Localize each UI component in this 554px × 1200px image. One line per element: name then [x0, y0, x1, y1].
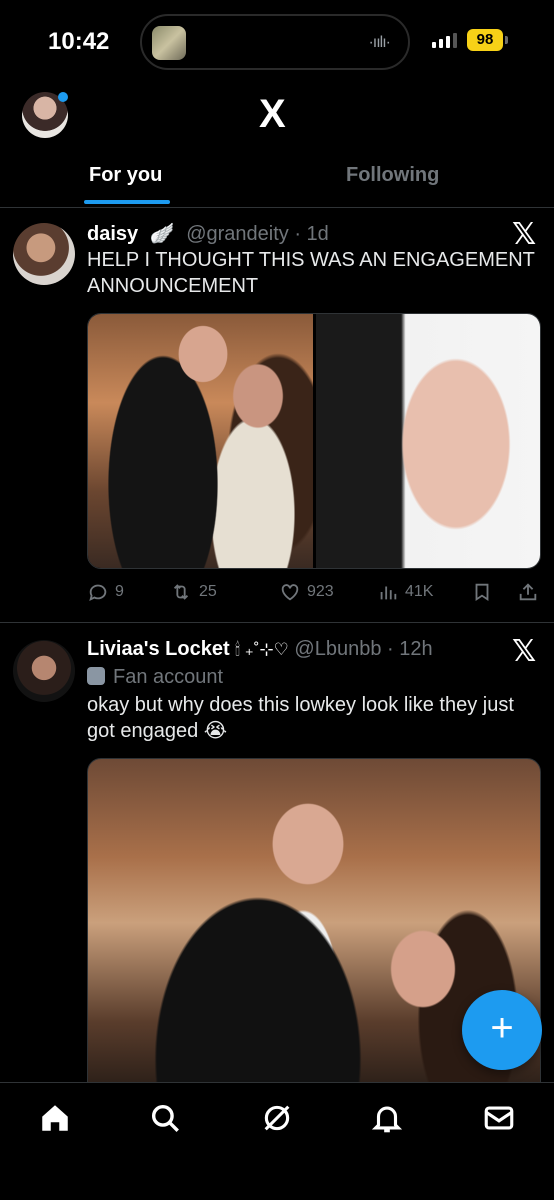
status-bar: 10:42 ·ıılı· 98	[0, 0, 554, 80]
now-playing-thumbnail	[152, 26, 186, 60]
timestamp: · 12h	[387, 638, 433, 660]
avatar[interactable]	[13, 640, 75, 702]
media-grid[interactable]	[87, 313, 541, 569]
theater-mask-icon	[87, 667, 105, 685]
tab-following[interactable]: Following	[346, 164, 439, 187]
timestamp: · 1d	[294, 223, 329, 245]
messages-icon[interactable]	[482, 1101, 516, 1135]
handle[interactable]: @Lbunbb	[294, 638, 381, 660]
signal-icon	[432, 33, 457, 48]
handle[interactable]: @grandeity	[186, 223, 289, 245]
tweet-text: okay but why does this lowkey look like …	[87, 694, 514, 742]
views-icon	[380, 586, 397, 600]
repost-icon	[173, 584, 189, 600]
tweet-header: Liviaa's Locket 🕯 ₊˚⊹♡ @Lbunbb · 12h	[87, 638, 433, 661]
audio-waveform-icon: ·ıılı·	[368, 34, 391, 51]
tab-for-you[interactable]: For you	[89, 164, 162, 187]
views-count: 41K	[405, 583, 434, 600]
repost-button[interactable]: 25	[169, 581, 217, 603]
reply-button[interactable]: 9	[87, 581, 124, 603]
tweet-text: HELP I THOUGHT THIS WAS AN ENGAGEMENT AN…	[87, 249, 535, 297]
couple-photo[interactable]	[88, 314, 313, 568]
compose-button[interactable]: +	[462, 990, 542, 1070]
like-button[interactable]: 923	[279, 581, 334, 603]
active-tab-indicator	[84, 200, 170, 204]
home-icon[interactable]	[38, 1101, 72, 1135]
tweet-header: daisy 🪽 @grandeity · 1d	[87, 221, 329, 246]
bottom-navigation	[0, 1082, 554, 1200]
views-button[interactable]: 41K	[377, 581, 433, 603]
bookmark-icon	[475, 583, 489, 602]
share-icon	[519, 583, 537, 601]
like-count: 923	[307, 583, 334, 600]
account-label: Fan account	[87, 666, 223, 689]
share-button[interactable]	[517, 581, 539, 603]
avatar[interactable]	[13, 223, 75, 285]
feather-wing-icon: 🪽	[149, 223, 175, 245]
dynamic-island[interactable]: ·ıılı·	[140, 14, 410, 70]
display-name-decoration: 🕯 ₊˚⊹♡	[235, 640, 289, 659]
tweet[interactable]: daisy 🪽 @grandeity · 1d 𝕏 HELP I THOUGHT…	[0, 209, 554, 623]
battery-tip	[505, 36, 508, 44]
battery-icon: 98	[467, 29, 503, 51]
x-logo-icon[interactable]: X	[259, 94, 286, 134]
bookmark-button[interactable]	[471, 581, 493, 603]
grok-icon[interactable]	[260, 1101, 294, 1135]
reply-icon	[89, 584, 107, 602]
search-icon[interactable]	[148, 1101, 182, 1135]
account-label-text: Fan account	[113, 666, 224, 688]
x-grok-icon[interactable]: 𝕏	[512, 634, 536, 669]
display-name[interactable]: Liviaa's Locket	[87, 638, 230, 660]
reply-count: 9	[115, 583, 124, 600]
heart-icon	[281, 584, 299, 601]
status-time: 10:42	[48, 28, 110, 55]
tweet-actions: 9 25 923 41K	[87, 581, 541, 605]
display-name[interactable]: daisy	[87, 223, 138, 245]
notifications-icon[interactable]	[370, 1101, 404, 1135]
timeline-header: X For you Following	[0, 80, 554, 208]
ring-closeup-photo[interactable]	[316, 314, 540, 568]
notification-dot	[58, 92, 68, 102]
repost-count: 25	[199, 583, 217, 600]
